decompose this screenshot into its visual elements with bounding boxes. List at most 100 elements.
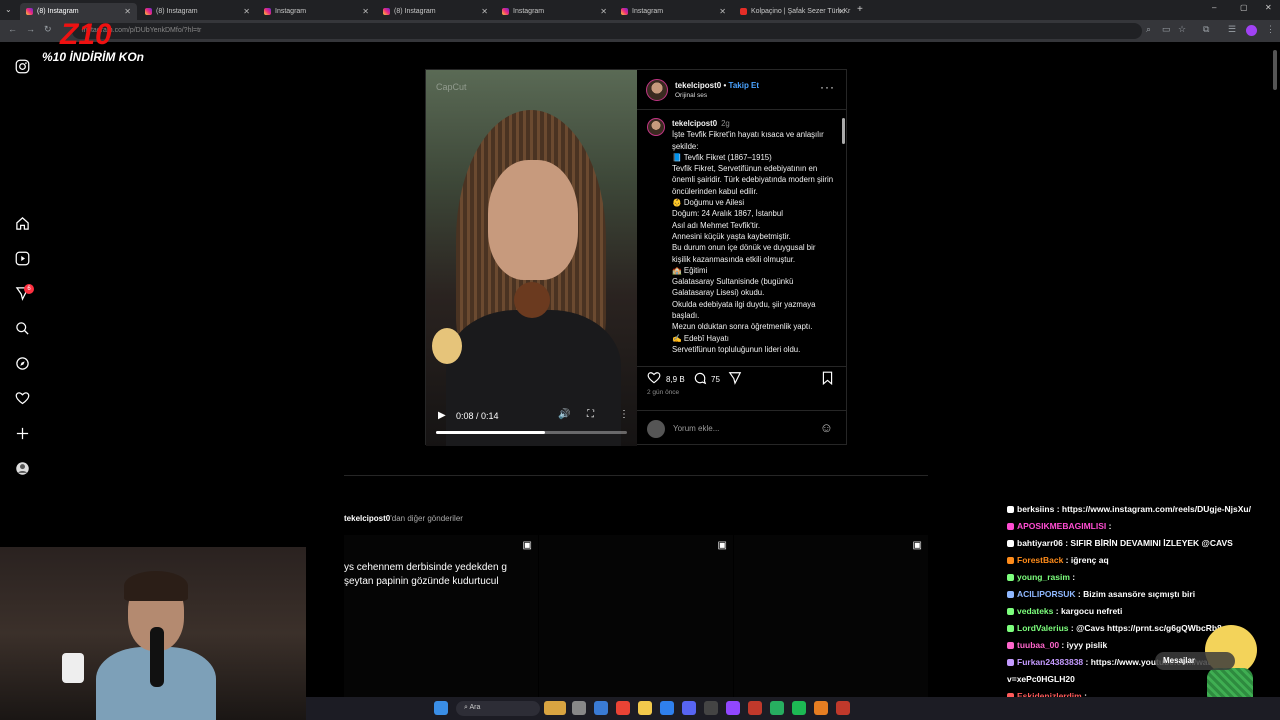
browser-tab[interactable]: (8) Instagram ✕ bbox=[139, 3, 256, 20]
browser-tab[interactable]: Instagram ✕ bbox=[496, 3, 613, 20]
browser-tab[interactable]: (8) Instagram ✕ bbox=[377, 3, 494, 20]
tab-close-icon[interactable]: ✕ bbox=[362, 7, 369, 16]
chat-username[interactable]: ForestBack bbox=[1017, 555, 1063, 565]
whatsapp-icon[interactable] bbox=[770, 701, 784, 715]
cast-icon[interactable]: ▭ bbox=[1162, 24, 1171, 35]
save-icon[interactable] bbox=[821, 371, 834, 388]
task-view-icon[interactable] bbox=[572, 701, 586, 715]
chat-username[interactable]: tuubaa_00 bbox=[1017, 640, 1059, 650]
app-icon[interactable] bbox=[594, 701, 608, 715]
chrome-icon[interactable] bbox=[616, 701, 630, 715]
sponsor-logo: Z10 %10 İNDİRİM KOn bbox=[42, 18, 144, 66]
like-count: 8,9 B bbox=[666, 375, 685, 384]
fullscreen-icon[interactable]: ⛶ bbox=[587, 409, 594, 420]
caption-avatar[interactable] bbox=[647, 118, 665, 136]
browser-tab[interactable]: Instagram ✕ bbox=[615, 3, 732, 20]
chat-username[interactable]: APOSIKMEBAGIMLISI bbox=[1017, 521, 1106, 531]
tab-close-icon[interactable]: ✕ bbox=[124, 7, 131, 16]
tab-close-icon[interactable]: ✕ bbox=[838, 7, 845, 16]
spotify-icon[interactable] bbox=[792, 701, 806, 715]
url-input[interactable]: instagram.com/p/DUbYenkDMfo/?hl=tr bbox=[72, 23, 1142, 39]
extensions-icon[interactable]: ⧉ bbox=[1203, 24, 1209, 35]
page-scrollbar[interactable] bbox=[1273, 50, 1277, 90]
caption-username[interactable]: tekelcipost0 bbox=[672, 119, 717, 128]
author-username[interactable]: tekelcipost0 bbox=[675, 81, 721, 90]
tab-close-icon[interactable]: ✕ bbox=[243, 7, 250, 16]
back-icon[interactable]: ← bbox=[8, 24, 17, 34]
tab-list-icon[interactable]: ⌄ bbox=[5, 5, 12, 14]
chat-badge-icon bbox=[1007, 591, 1014, 599]
forward-icon[interactable]: → bbox=[26, 24, 35, 34]
caption-line: Bu durum onun içe dönük ve duygusal bir … bbox=[672, 243, 816, 264]
chat-username[interactable]: berksiins bbox=[1017, 504, 1054, 514]
browser-menu-icon[interactable]: ⋮ bbox=[1266, 24, 1275, 35]
chat-username[interactable]: ACILIPORSUK bbox=[1017, 589, 1076, 599]
create-plus-icon[interactable] bbox=[14, 425, 30, 441]
tab-close-icon[interactable]: ✕ bbox=[719, 7, 726, 16]
post-options-icon[interactable]: ··· bbox=[820, 80, 835, 94]
discord-icon[interactable] bbox=[682, 701, 696, 715]
edge-icon[interactable] bbox=[660, 701, 674, 715]
new-tab-button[interactable]: + bbox=[857, 4, 863, 15]
chat-username[interactable]: young_rasim bbox=[1017, 572, 1070, 582]
chat-username[interactable]: Furkan24383838 bbox=[1017, 657, 1083, 667]
reels-icon[interactable] bbox=[14, 250, 30, 266]
instagram-logo-icon[interactable] bbox=[14, 58, 30, 74]
heart-notifications-icon[interactable] bbox=[14, 390, 30, 406]
author-avatar[interactable] bbox=[646, 79, 668, 101]
more-posts-title: tekelcipost0'dan diğer gönderiler bbox=[344, 514, 463, 523]
file-explorer-icon[interactable] bbox=[638, 701, 652, 715]
share-icon[interactable] bbox=[728, 371, 742, 388]
profile-icon[interactable] bbox=[14, 460, 30, 476]
app-icon[interactable] bbox=[814, 701, 828, 715]
comment-icon[interactable] bbox=[693, 371, 707, 388]
search-icon[interactable] bbox=[14, 320, 30, 336]
caption-scroll-thumb[interactable] bbox=[842, 118, 845, 144]
taskbar-search[interactable]: ⌕ Ara bbox=[456, 701, 540, 716]
chat-username[interactable]: bahtiyarr06 bbox=[1017, 538, 1063, 548]
bookmark-star-icon[interactable]: ☆ bbox=[1178, 24, 1186, 35]
video-more-icon[interactable]: ⋮ bbox=[619, 409, 629, 420]
posted-ago: 2 gün önce bbox=[647, 389, 680, 396]
post-thumbnail[interactable]: ▣ bbox=[734, 535, 928, 700]
profile-avatar[interactable] bbox=[1246, 25, 1257, 36]
reel-icon: ▣ bbox=[912, 540, 922, 551]
twitch-icon[interactable] bbox=[726, 701, 740, 715]
app-icon[interactable] bbox=[704, 701, 718, 715]
minimize-icon[interactable]: – bbox=[1212, 3, 1216, 12]
caption-line: İşte Tevfik Fikret'in hayatı kısaca ve a… bbox=[672, 130, 824, 151]
play-icon[interactable]: ▶ bbox=[438, 410, 446, 421]
more-posts-username[interactable]: tekelcipost0 bbox=[344, 514, 390, 523]
volume-icon[interactable]: 🔊 bbox=[558, 409, 570, 420]
emoji-picker-icon[interactable]: ☺ bbox=[820, 420, 833, 435]
chat-username[interactable]: vedateks bbox=[1017, 606, 1053, 616]
follow-button[interactable]: Takip Et bbox=[729, 81, 760, 90]
more-posts-suffix: 'dan diğer gönderiler bbox=[390, 514, 463, 523]
audio-label[interactable]: Orijinal ses bbox=[675, 92, 707, 99]
app-icon[interactable] bbox=[748, 701, 762, 715]
caption-scrollbar[interactable] bbox=[842, 112, 846, 360]
maximize-icon[interactable]: ▢ bbox=[1240, 3, 1248, 12]
chat-message: young_rasim : bbox=[1007, 572, 1075, 582]
app-icon[interactable] bbox=[836, 701, 850, 715]
comment-input[interactable] bbox=[673, 421, 803, 435]
sidebar-toggle-icon[interactable]: ☰ bbox=[1228, 24, 1236, 35]
browser-tab[interactable]: Kolpaçino | Şafak Sezer Türk Kr ✕ bbox=[734, 3, 851, 20]
explore-icon[interactable] bbox=[14, 355, 30, 371]
windows-start-icon[interactable] bbox=[434, 701, 448, 715]
tab-close-icon[interactable]: ✕ bbox=[481, 7, 488, 16]
browser-tab[interactable]: Instagram ✕ bbox=[258, 3, 375, 20]
caption-line: 📘 Tevfik Fikret (1867–1915) bbox=[672, 152, 772, 162]
like-icon[interactable] bbox=[647, 371, 661, 388]
widget-icon[interactable] bbox=[544, 701, 566, 715]
close-window-icon[interactable]: ✕ bbox=[1265, 3, 1272, 12]
zoom-icon[interactable]: ⌕ bbox=[1146, 24, 1151, 35]
chat-username[interactable]: LordValerius bbox=[1017, 623, 1069, 633]
video-progress-bar[interactable] bbox=[436, 431, 627, 434]
home-icon[interactable] bbox=[14, 215, 30, 231]
tab-close-icon[interactable]: ✕ bbox=[600, 7, 607, 16]
post-thumbnail[interactable]: ▣ ys cehennem derbisinde yedekden g şeyta… bbox=[344, 535, 538, 700]
video-player[interactable]: CapCut ▶ 0:08 / 0:14 🔊 ⛶ ⋮ bbox=[426, 70, 637, 446]
comment-bar: ☺ bbox=[637, 410, 847, 444]
post-thumbnail[interactable]: ▣ bbox=[539, 535, 733, 700]
